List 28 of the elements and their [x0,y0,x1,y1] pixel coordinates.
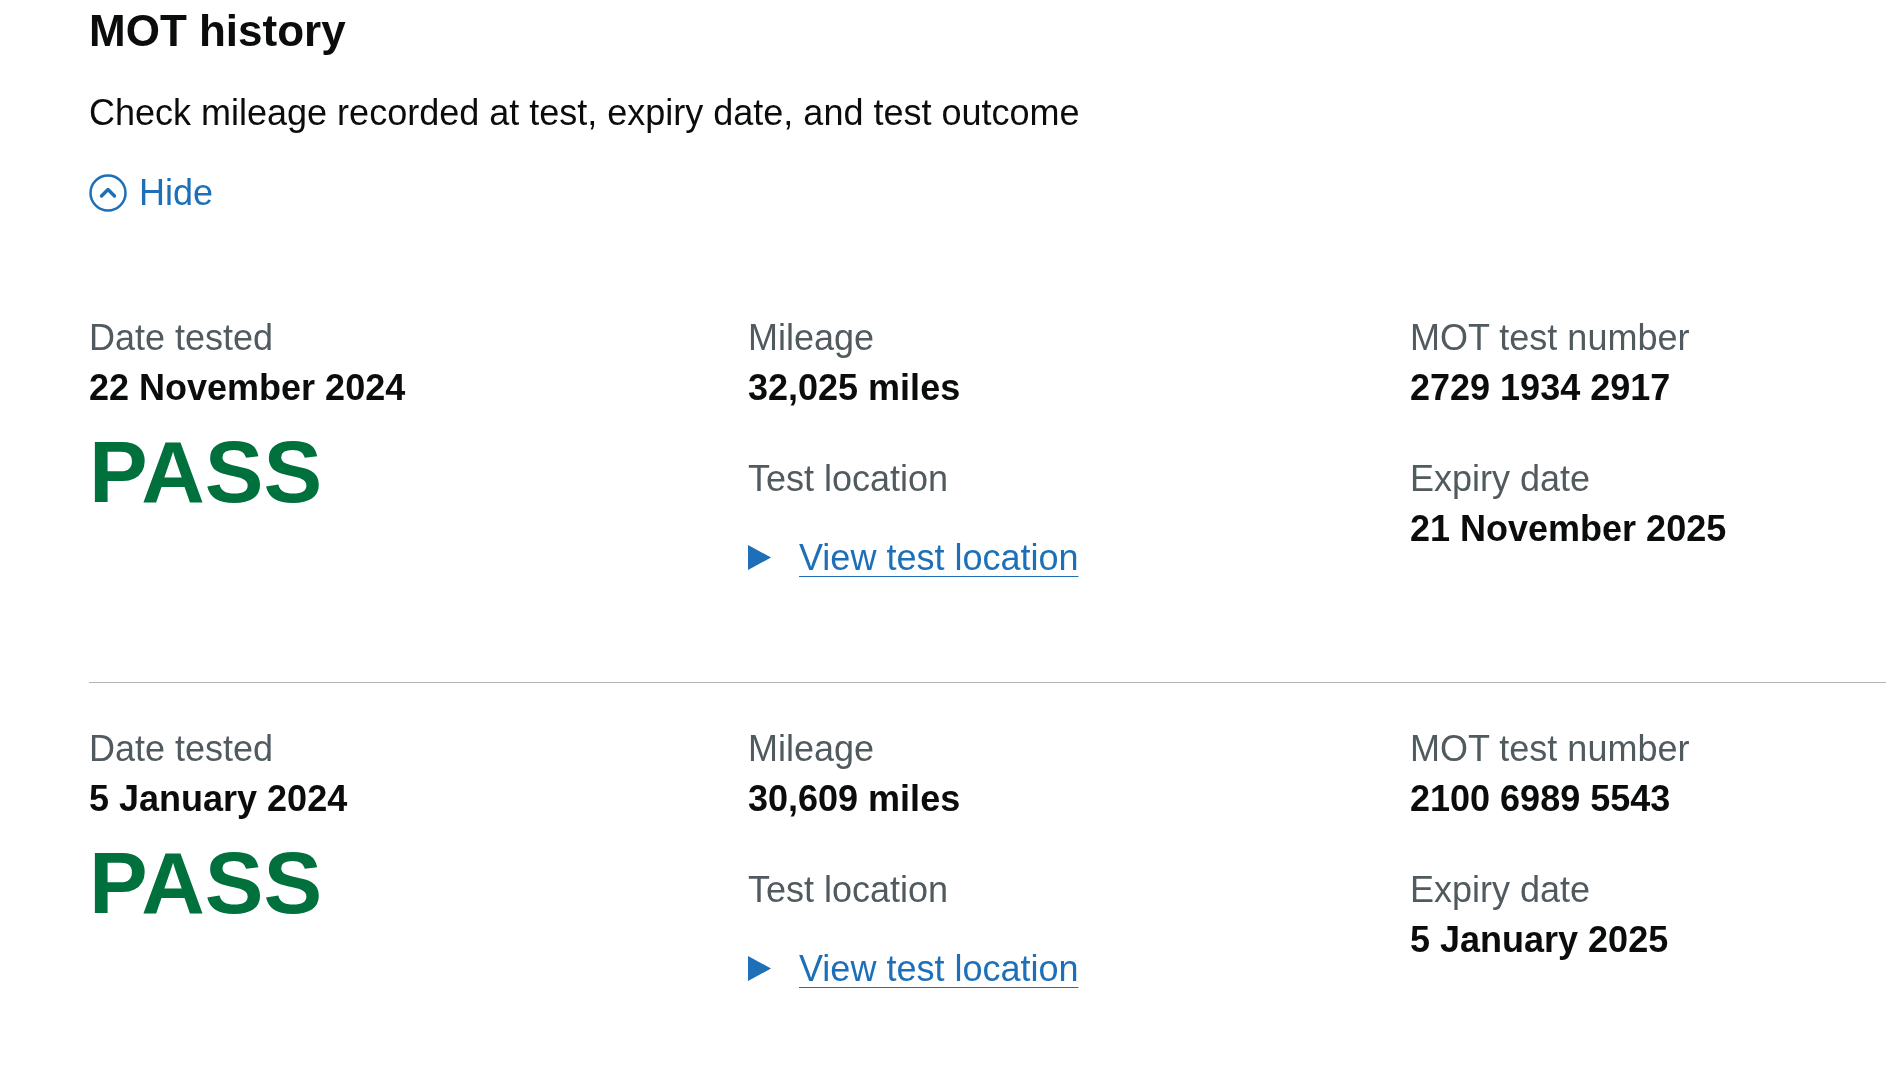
test-result: PASS [89,839,323,927]
field-label: MOT test number [1410,727,1690,771]
view-location-toggle[interactable]: View test location [748,535,1079,580]
field-label: Test location [748,457,949,501]
triangle-icon [748,545,771,570]
field-label: Date tested [89,727,274,771]
triangle-icon [748,956,771,981]
field-label: MOT test number [1410,316,1690,360]
field-value: 32,025 miles [748,366,961,410]
field-value: 22 November 2024 [89,366,406,410]
page-heading: MOT history [89,5,346,57]
field-label: Date tested [89,316,274,360]
field-label: Test location [748,868,949,912]
hide-toggle[interactable]: Hide [89,170,214,215]
field-value: 5 January 2024 [89,777,348,821]
field-label: Mileage [748,727,875,771]
test-result: PASS [89,428,323,516]
field-value: 30,609 miles [748,777,961,821]
field-value: 5 January 2025 [1410,918,1669,962]
field-label: Expiry date [1410,868,1591,912]
view-location-toggle[interactable]: View test location [748,946,1079,991]
field-value: 2729 1934 2917 [1410,366,1671,410]
field-value: 21 November 2025 [1410,507,1727,551]
field-label: Expiry date [1410,457,1591,501]
page-description: Check mileage recorded at test, expiry date, and test outcome [89,91,1080,135]
field-label: Mileage [748,316,875,360]
field-value: 2100 6989 5543 [1410,777,1671,821]
chevron-circle-icon [89,173,127,212]
